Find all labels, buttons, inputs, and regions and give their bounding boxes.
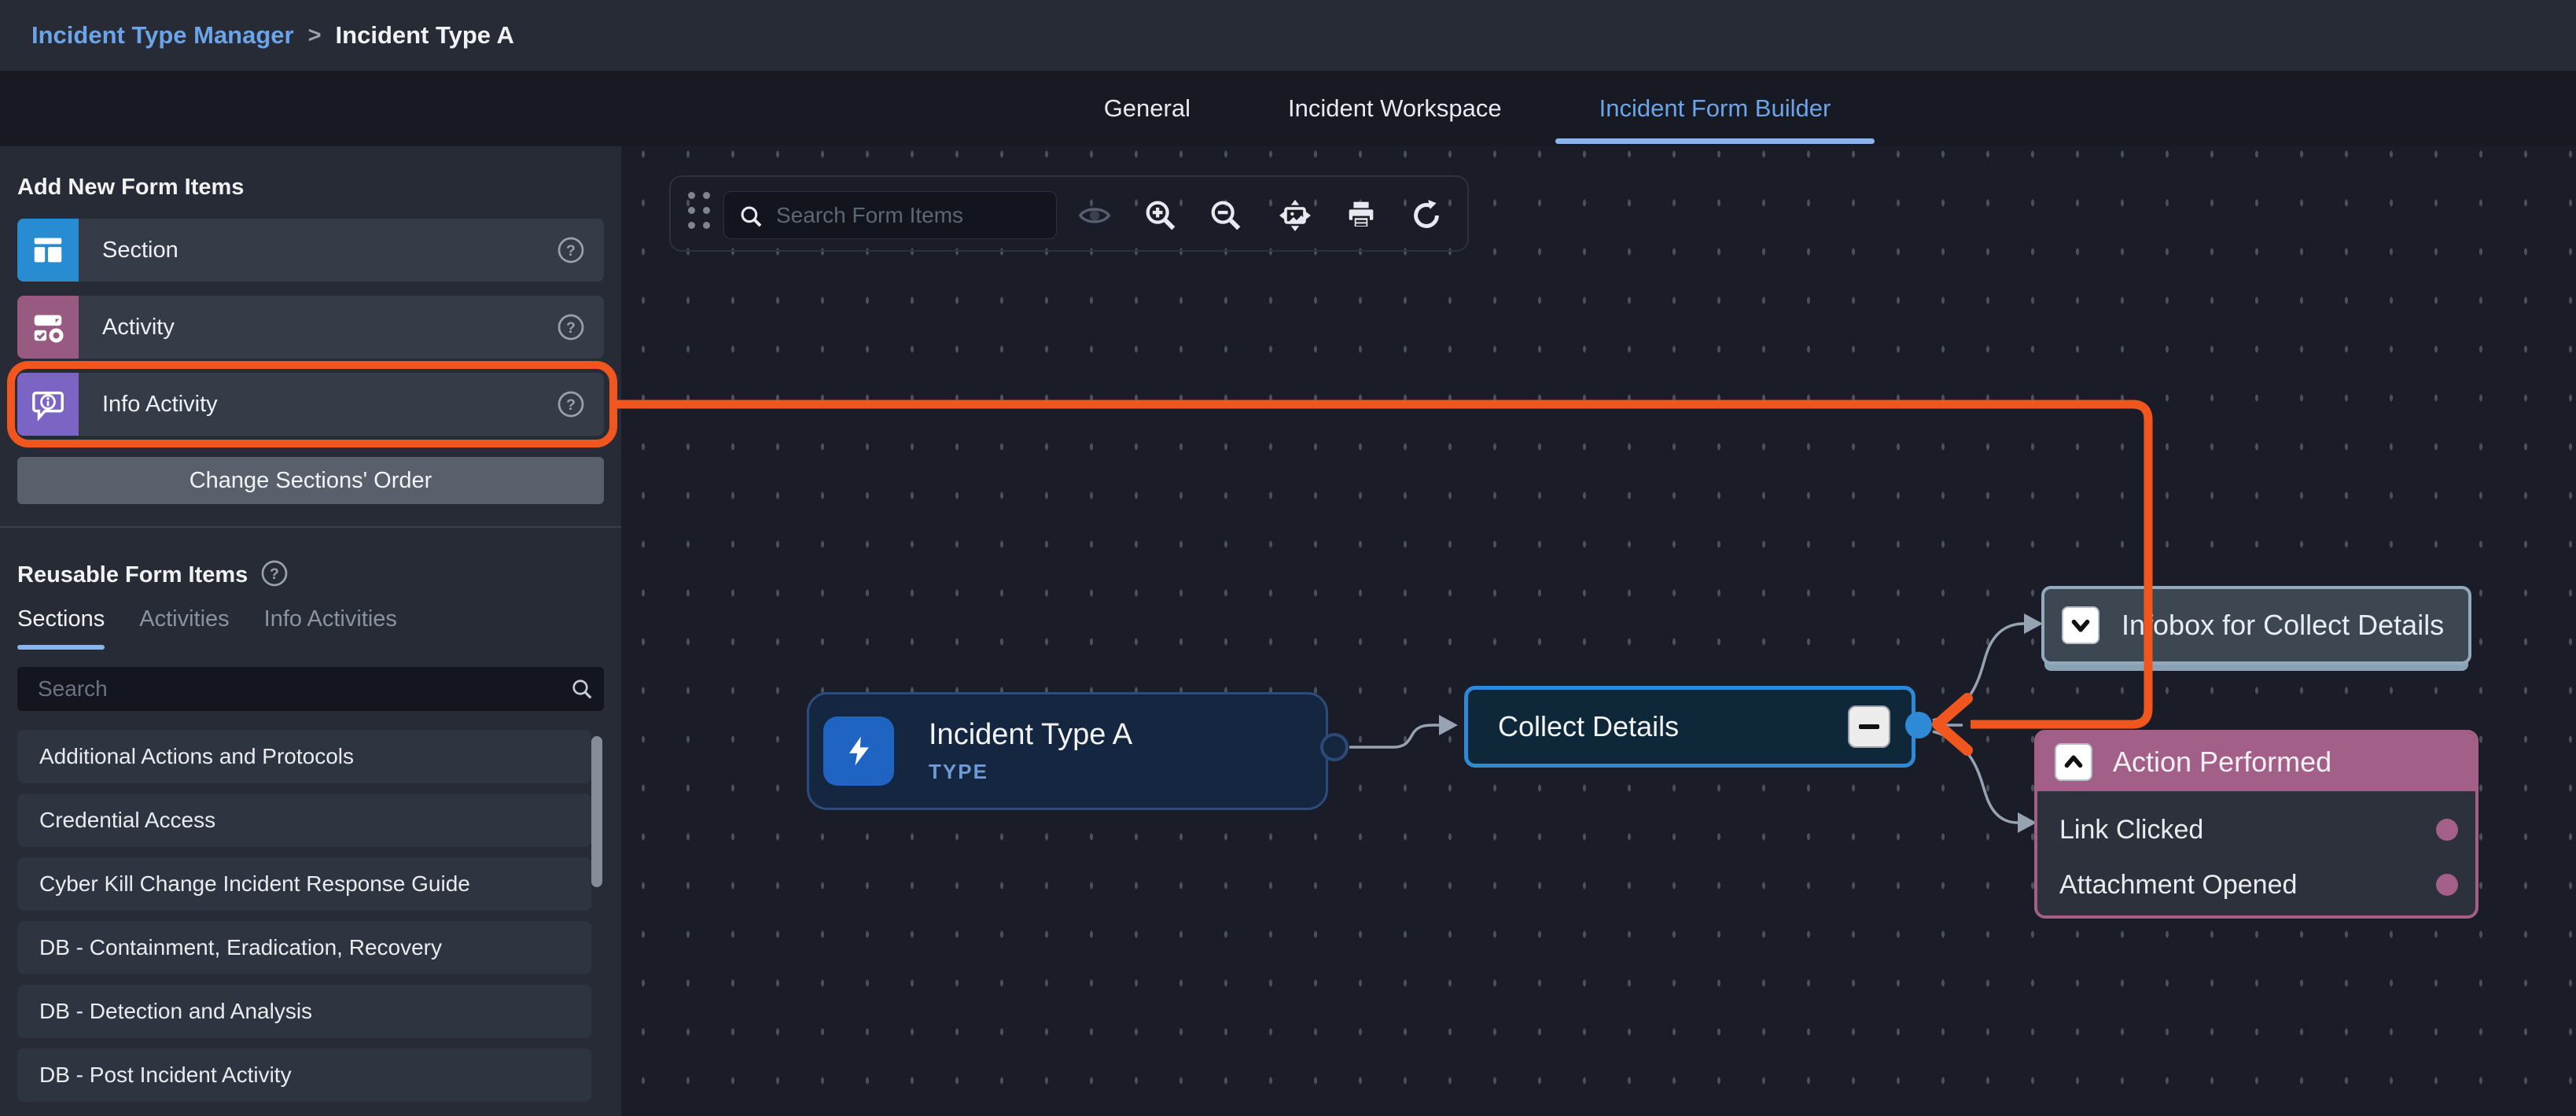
sidebar: Add New Form Items Section ? Activity ? … — [0, 146, 621, 1116]
output-port[interactable] — [2436, 874, 2458, 896]
list-item[interactable]: DB - Post Incident Activity — [17, 1048, 591, 1102]
section-icon — [17, 219, 79, 282]
lightning-icon — [823, 716, 894, 786]
node-action-performed[interactable]: Action Performed Link Clicked Attachment… — [2034, 730, 2478, 919]
help-icon[interactable]: ? — [557, 313, 585, 345]
fit-view-button[interactable] — [1272, 193, 1318, 238]
sidebar-scrollbar[interactable] — [591, 736, 602, 887]
reusable-tabs: Sections Activities Info Activities — [17, 606, 397, 645]
info-activity-icon — [17, 373, 79, 436]
breadcrumb-root-link[interactable]: Incident Type Manager — [31, 21, 294, 50]
page-tabs: General Incident Workspace Incident Form… — [0, 71, 2576, 146]
minus-icon — [1859, 724, 1879, 729]
tab-incident-workspace[interactable]: Incident Workspace — [1239, 71, 1551, 146]
list-item[interactable]: DB - Detection and Analysis — [17, 985, 591, 1038]
zoom-out-button[interactable] — [1203, 193, 1249, 238]
action-row-link-clicked[interactable]: Link Clicked — [2037, 802, 2475, 857]
list-item[interactable]: DB - Containment, Eradication, Recovery — [17, 921, 591, 974]
svg-text:?: ? — [566, 319, 576, 337]
list-item[interactable]: Cyber Kill Change Incident Response Guid… — [17, 857, 591, 911]
top-bar: Incident Type Manager > Incident Type A — [0, 0, 2576, 71]
node-title: Collect Details — [1498, 710, 1679, 743]
node-collect-details[interactable]: Collect Details — [1464, 686, 1915, 768]
sidebar-item-label: Section — [102, 238, 178, 263]
chevron-down-icon — [2062, 606, 2099, 644]
list-item[interactable]: Credential Access — [17, 794, 591, 847]
breadcrumb-current: Incident Type A — [336, 21, 514, 50]
zoom-out-icon — [1208, 197, 1244, 234]
tab-incident-form-builder[interactable]: Incident Form Builder — [1551, 71, 1880, 146]
zoom-in-icon — [1143, 197, 1179, 234]
reusable-search-input[interactable] — [17, 667, 604, 711]
sidebar-item-label: Activity — [102, 315, 175, 341]
output-port[interactable] — [1905, 712, 1932, 738]
svg-text:?: ? — [566, 242, 576, 260]
tab-activities[interactable]: Activities — [139, 606, 229, 645]
node-infobox[interactable]: Infobox for Collect Details — [2041, 586, 2471, 665]
sidebar-divider — [0, 526, 621, 528]
collapse-button[interactable] — [1848, 705, 1890, 748]
node-subtitle: TYPE — [929, 760, 1132, 784]
print-icon — [1343, 197, 1379, 234]
node-incident-type[interactable]: Incident Type A TYPE — [807, 692, 1328, 810]
help-icon[interactable]: ? — [557, 236, 585, 268]
tab-info-activities[interactable]: Info Activities — [264, 606, 397, 645]
sidebar-item-info-activity[interactable]: Info Activity ? — [17, 373, 604, 436]
print-button[interactable] — [1338, 193, 1384, 238]
reusable-form-items-title: Reusable Form Items — [17, 562, 248, 588]
refresh-button[interactable] — [1404, 193, 1449, 238]
node-title: Action Performed — [2113, 746, 2331, 779]
canvas-toolbar — [669, 175, 1469, 252]
row-label: Link Clicked — [2059, 815, 2203, 845]
sidebar-item-label: Info Activity — [102, 392, 218, 418]
form-builder-canvas[interactable]: Incident Type A TYPE Collect Details Inf… — [621, 146, 2576, 1116]
refresh-icon — [1408, 197, 1444, 234]
svg-text:?: ? — [270, 565, 279, 583]
tab-group: General Incident Workspace Incident Form… — [1055, 71, 1880, 146]
add-new-form-items-title: Add New Form Items — [17, 175, 244, 201]
eye-icon — [1076, 197, 1113, 234]
fit-view-icon — [1276, 197, 1314, 234]
chevron-up-icon — [2055, 743, 2092, 781]
node-title: Infobox for Collect Details — [2122, 609, 2444, 642]
row-label: Attachment Opened — [2059, 870, 2297, 901]
activity-icon — [17, 296, 79, 359]
tab-sections[interactable]: Sections — [17, 606, 105, 645]
action-row-attachment-opened[interactable]: Attachment Opened — [2037, 857, 2475, 912]
help-icon[interactable]: ? — [557, 390, 585, 422]
node-title: Incident Type A — [929, 718, 1132, 752]
list-item[interactable]: Additional Actions and Protocols — [17, 730, 591, 783]
sidebar-item-section[interactable]: Section ? — [17, 219, 604, 282]
zoom-in-button[interactable] — [1138, 193, 1183, 238]
output-port[interactable] — [2436, 819, 2458, 841]
svg-text:?: ? — [566, 396, 576, 414]
canvas-search-input[interactable] — [723, 191, 1057, 239]
help-icon[interactable]: ? — [260, 559, 289, 591]
toggle-visibility-button[interactable] — [1072, 193, 1117, 238]
breadcrumb-separator: > — [308, 23, 322, 49]
sidebar-item-activity[interactable]: Activity ? — [17, 296, 604, 359]
drag-handle-icon[interactable] — [688, 192, 712, 239]
output-port[interactable] — [1320, 733, 1349, 761]
node-header: Action Performed — [2037, 733, 2475, 791]
tab-general[interactable]: General — [1055, 71, 1239, 146]
change-sections-order-button[interactable]: Change Sections' Order — [17, 457, 604, 504]
